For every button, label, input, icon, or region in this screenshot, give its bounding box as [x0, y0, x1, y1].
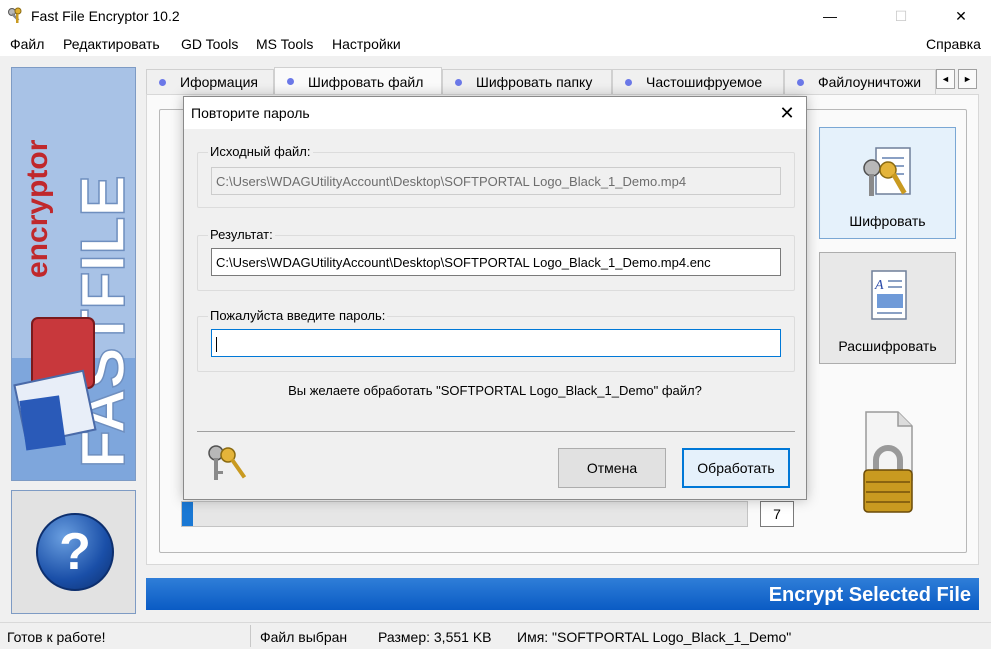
minimize-button[interactable]: — — [807, 0, 853, 32]
text-caret — [216, 337, 217, 353]
encrypt-doc-keys-icon — [863, 147, 911, 196]
tab-label: Шифровать папку — [476, 74, 593, 90]
progress-fill — [182, 502, 194, 526]
menu-bar: Файл Редактировать GD Tools MS Tools Нас… — [0, 32, 991, 56]
tab-label: Файлоуничтожи — [818, 74, 922, 90]
tab-dot-icon — [159, 78, 166, 86]
mode-banner: Encrypt Selected File — [146, 578, 979, 610]
tab-label: Иформация — [180, 74, 258, 90]
dialog-close-button[interactable]: ✕ — [772, 99, 802, 127]
tab-encrypt-folder[interactable]: Шифровать папку — [442, 69, 612, 94]
decrypt-button-label: Расшифровать — [838, 338, 937, 354]
result-group: Результат: C:\Users\WDAGUtilityAccount\D… — [197, 227, 795, 291]
menu-ms-tools[interactable]: MS Tools — [256, 36, 313, 52]
tab-dot-icon — [625, 78, 632, 86]
result-field[interactable]: C:\Users\WDAGUtilityAccount\Desktop\SOFT… — [211, 248, 781, 276]
tab-frequent[interactable]: Частошифруемое — [612, 69, 784, 94]
dialog-titlebar: Повторите пароль ✕ — [184, 97, 806, 129]
confirm-question: Вы желаете обработать "SOFTPORTAL Logo_B… — [288, 383, 702, 398]
fastfile-logo: encryptor FASTFILE — [12, 68, 135, 480]
cancel-button[interactable]: Отмена — [558, 448, 666, 488]
tab-information[interactable]: Иформация — [146, 69, 274, 94]
tab-dot-icon — [797, 78, 804, 86]
svg-text:A: A — [874, 278, 884, 293]
source-file-field: C:\Users\WDAGUtilityAccount\Desktop\SOFT… — [211, 167, 781, 195]
tab-scroll-right-button[interactable]: ► — [958, 69, 977, 89]
help-panel[interactable]: ? — [11, 490, 136, 614]
dialog-separator — [197, 431, 795, 432]
source-file-label: Исходный файл: — [208, 144, 313, 159]
status-name: Имя: "SOFTPORTAL Logo_Black_1_Demo" — [517, 629, 792, 645]
password-label: Пожалуйста введите пароль: — [208, 308, 388, 323]
menu-edit[interactable]: Редактировать — [63, 36, 160, 52]
tab-dot-icon — [287, 78, 294, 85]
process-button[interactable]: Обработать — [682, 448, 790, 488]
tab-label: Частошифруемое — [646, 74, 763, 90]
dialog-title: Повторите пароль — [191, 105, 310, 121]
maximize-button[interactable]: ☐ — [878, 0, 924, 32]
status-file-selected: Файл выбран — [260, 629, 348, 645]
tab-scroll-left-button[interactable]: ◄ — [936, 69, 955, 89]
password-group: Пожалуйста введите пароль: — [197, 308, 795, 372]
status-size: Размер: 3,551 KB — [378, 629, 492, 645]
encrypt-button-label: Шифровать — [849, 213, 926, 229]
padlock-document-icon — [863, 411, 913, 513]
result-label: Результат: — [208, 227, 275, 242]
repeat-password-dialog: Повторите пароль ✕ Исходный файл: C:\Use… — [183, 96, 807, 500]
status-ready: Готов к работе! — [7, 629, 106, 645]
menu-settings[interactable]: Настройки — [332, 36, 401, 52]
menu-gd-tools[interactable]: GD Tools — [181, 36, 238, 52]
help-icon[interactable]: ? — [36, 513, 114, 591]
tab-strip: Иформация Шифровать файл Шифровать папку… — [146, 67, 958, 95]
decrypt-button[interactable]: A Расшифровать — [819, 252, 956, 364]
keys-icon — [208, 445, 247, 480]
logo-panel: encryptor FASTFILE — [11, 67, 136, 481]
password-input[interactable] — [211, 329, 781, 357]
encrypt-button[interactable]: Шифровать — [819, 127, 956, 239]
decrypt-document-icon: A — [871, 270, 907, 320]
tab-dot-icon — [455, 78, 462, 86]
menu-file[interactable]: Файл — [10, 36, 44, 52]
status-bar: Готов к работе! Файл выбран Размер: 3,55… — [0, 622, 991, 649]
logo-encryptor-text: encryptor — [21, 139, 54, 278]
progress-bar — [181, 501, 748, 527]
source-file-group: Исходный файл: C:\Users\WDAGUtilityAccou… — [197, 144, 795, 208]
tab-label: Шифровать файл — [308, 73, 424, 90]
window-titlebar: Fast File Encryptor 10.2 — ☐ ✕ — [0, 0, 991, 32]
window-title: Fast File Encryptor 10.2 — [31, 8, 180, 24]
mode-banner-text: Encrypt Selected File — [768, 584, 971, 606]
tab-file-shredder[interactable]: Файлоуничтожи — [784, 69, 936, 94]
app-keys-icon — [8, 7, 22, 23]
close-button[interactable]: ✕ — [938, 0, 984, 32]
tab-encrypt-file[interactable]: Шифровать файл — [274, 67, 442, 95]
file-count-box: 7 — [760, 501, 794, 527]
menu-help[interactable]: Справка — [926, 36, 981, 52]
status-divider — [250, 625, 251, 647]
